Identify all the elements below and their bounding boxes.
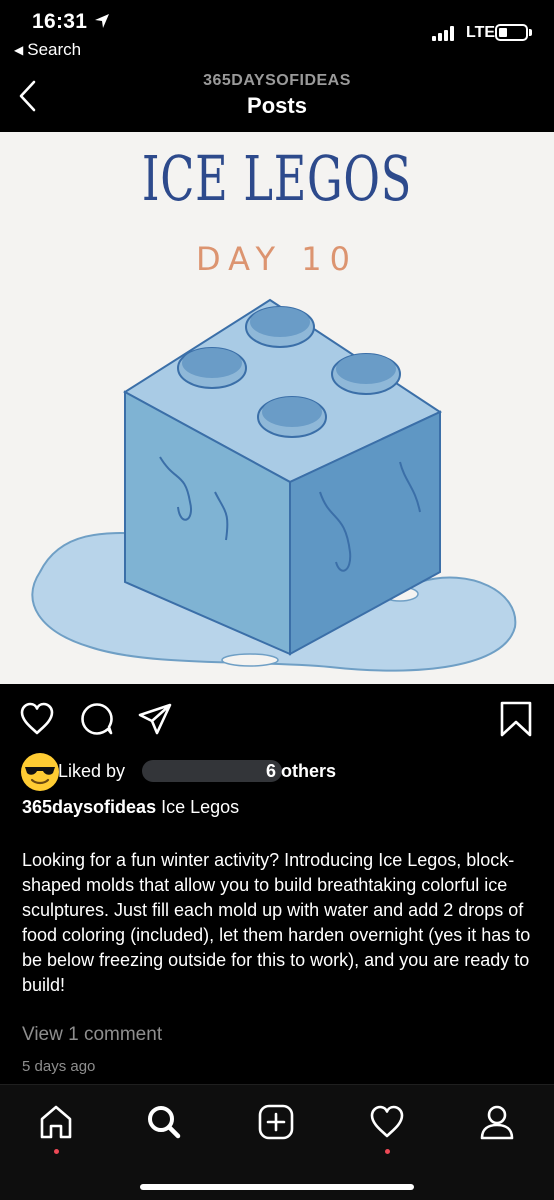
home-notification-dot (54, 1149, 59, 1154)
heart-icon[interactable] (18, 700, 56, 738)
tab-activity[interactable] (364, 1099, 410, 1145)
tab-home[interactable] (33, 1099, 79, 1145)
back-triangle-icon: ◀ (14, 43, 24, 57)
network-type: LTE (466, 24, 496, 41)
signal-icon (432, 25, 454, 41)
battery-icon (495, 24, 528, 41)
redacted-username (142, 760, 282, 782)
artwork-title: ICE LEGOS (141, 142, 413, 215)
share-icon[interactable] (136, 700, 174, 738)
new-post-icon (258, 1104, 294, 1140)
post-image[interactable]: ICE LEGOS DAY 10 (0, 132, 554, 684)
bookmark-icon[interactable] (498, 700, 534, 738)
status-bar: 16:31 ◀ Search LTE (0, 0, 554, 66)
battery-tip (529, 29, 532, 36)
location-arrow-icon (95, 14, 109, 28)
liker-avatar-icon[interactable] (20, 752, 60, 792)
likes-row[interactable]: Liked by 6 others (20, 752, 540, 792)
account-name[interactable]: 365DAYSOFIDEAS (0, 72, 554, 90)
activity-icon (370, 1105, 404, 1138)
caption-username[interactable]: 365daysofideas (22, 797, 156, 817)
comment-icon[interactable] (78, 700, 116, 738)
home-icon (40, 1105, 72, 1139)
tab-search[interactable] (141, 1099, 187, 1145)
home-indicator (140, 1184, 414, 1190)
post-timestamp: 5 days ago (22, 1058, 96, 1075)
tab-new-post[interactable] (253, 1099, 299, 1145)
activity-notification-dot (385, 1149, 390, 1154)
ice-lego-illustration (31, 298, 517, 672)
liked-by-label: Liked by (58, 761, 126, 781)
caption-text: Ice Legos (161, 797, 240, 817)
liked-by-others[interactable]: 6 others (266, 761, 336, 782)
back-to-search-link[interactable]: ◀ Search (14, 40, 81, 60)
caption: 365daysofideas Ice Legos (22, 797, 239, 818)
back-app-label: Search (27, 40, 82, 59)
view-comments-link[interactable]: View 1 comment (22, 1024, 162, 1046)
profile-icon (480, 1105, 514, 1140)
post-actions (0, 700, 554, 744)
bottom-tab-bar (0, 1084, 554, 1200)
post-body: Looking for a fun winter activity? Intro… (22, 850, 531, 995)
page-title: Posts (247, 93, 307, 118)
artwork-subtitle: DAY 10 (196, 240, 358, 278)
clock: 16:31 (32, 10, 88, 33)
tab-profile[interactable] (474, 1099, 520, 1145)
search-icon (148, 1106, 181, 1139)
